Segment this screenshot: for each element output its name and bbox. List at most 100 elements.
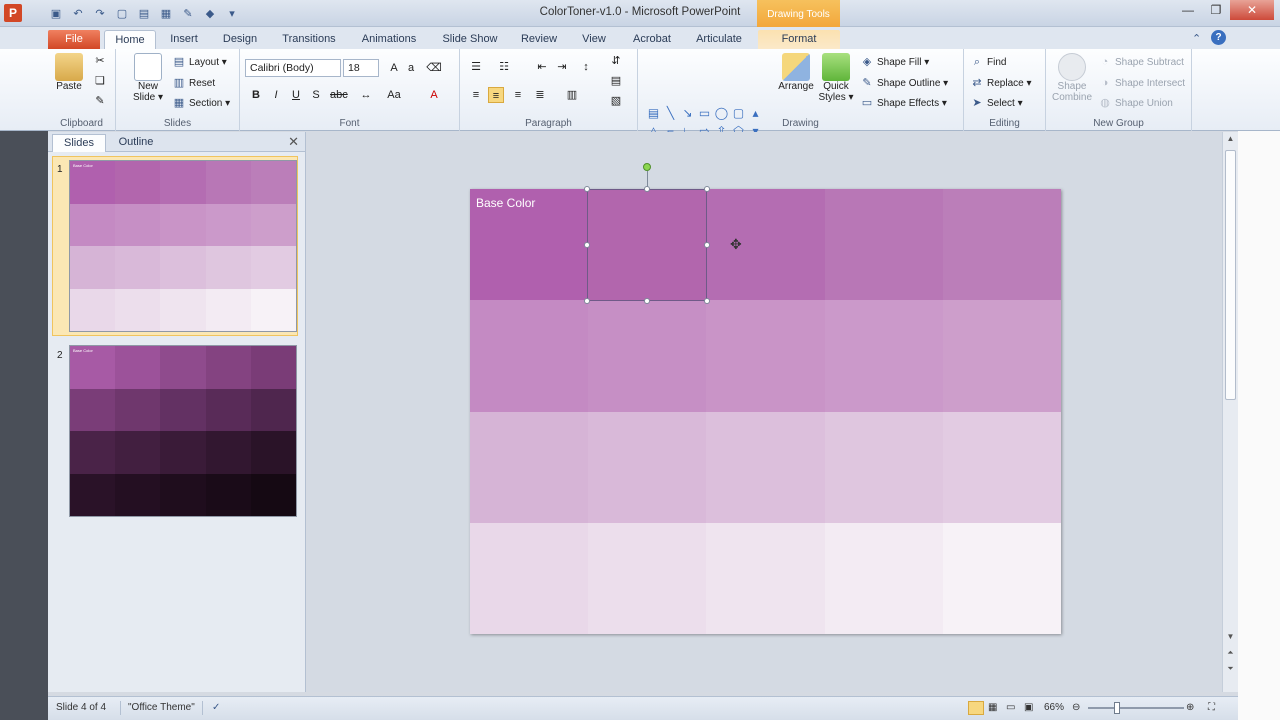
tab-slides[interactable]: Slides	[52, 134, 106, 152]
cut-icon[interactable]: ✂	[92, 53, 108, 69]
tab-slide-show[interactable]: Slide Show	[434, 30, 506, 49]
arrange-button[interactable]: Arrange	[778, 53, 814, 92]
thumbnail-swatch[interactable]	[115, 161, 161, 204]
arrow-line-shape-icon[interactable]: ↘	[679, 104, 696, 122]
thumbnail-swatch[interactable]	[70, 388, 116, 431]
tab-home[interactable]: Home	[104, 30, 156, 49]
bold-icon[interactable]: B	[248, 87, 264, 103]
shrink-font-icon[interactable]: a	[403, 60, 419, 76]
slide-sorter-icon[interactable]: ▦	[988, 702, 997, 713]
thumbnail-swatch[interactable]	[250, 473, 296, 516]
oval-shape-icon[interactable]: ◯	[713, 104, 730, 122]
resize-handle-tr[interactable]	[704, 186, 710, 192]
thumbnail-swatch[interactable]	[160, 161, 206, 204]
selected-shape-outline[interactable]	[587, 189, 707, 301]
increase-indent-icon[interactable]: ⇥	[554, 59, 570, 75]
shape-effects-button[interactable]: ▭ Shape Effects ▾	[860, 96, 947, 110]
close-button[interactable]: ✕	[1230, 0, 1274, 20]
resize-handle-b[interactable]	[644, 298, 650, 304]
thumbnail-swatch[interactable]	[250, 346, 296, 389]
color-swatch-shape[interactable]	[824, 411, 943, 523]
thumbnail-swatch[interactable]	[205, 203, 251, 246]
font-name-field[interactable]: Calibri (Body)	[245, 59, 341, 77]
thumbnail-swatch[interactable]	[160, 473, 206, 516]
zoom-in-icon[interactable]: ⊕	[1186, 702, 1194, 713]
normal-view-icon[interactable]	[968, 701, 984, 715]
tab-design[interactable]: Design	[214, 30, 266, 49]
shape-fill-button[interactable]: ◈ Shape Fill ▾	[860, 55, 930, 69]
minimize-button[interactable]: —	[1174, 0, 1202, 20]
thumbnail-swatch[interactable]	[115, 388, 161, 431]
rounded-rect-shape-icon[interactable]: ▢	[730, 104, 747, 122]
thumbnail-swatch[interactable]	[250, 246, 296, 289]
underline-icon[interactable]: U	[288, 87, 304, 103]
text-direction-icon[interactable]: ⇵	[608, 53, 624, 69]
vertical-scrollbar[interactable]: ▲ ▼ ⏶ ⏷	[1222, 132, 1238, 692]
numbering-icon[interactable]: ☷	[496, 59, 512, 75]
new-slide-button[interactable]: New Slide ▾	[126, 53, 170, 103]
color-swatch-shape[interactable]	[824, 522, 943, 634]
shape-outline-button[interactable]: ✎ Shape Outline ▾	[860, 76, 948, 90]
textbox-shape-icon[interactable]: ▤	[645, 104, 662, 122]
thumbnail-swatch[interactable]	[205, 473, 251, 516]
thumbnail-swatch[interactable]	[250, 388, 296, 431]
thumbnail-swatch[interactable]	[160, 203, 206, 246]
resize-handle-tl[interactable]	[584, 186, 590, 192]
change-case-icon[interactable]: Aa	[386, 87, 402, 103]
help-icon[interactable]: ?	[1211, 30, 1226, 45]
shape-subtract-button[interactable]: ◔ Shape Subtract	[1098, 55, 1184, 69]
copy-icon[interactable]: ❏	[92, 73, 108, 89]
thumbnail-swatch[interactable]	[205, 161, 251, 204]
find-button[interactable]: ⌕ Find	[970, 55, 1007, 69]
shadow-icon[interactable]: S	[308, 87, 324, 103]
strikethrough-icon[interactable]: abc	[330, 87, 348, 103]
color-swatch-shape[interactable]	[942, 522, 1061, 634]
color-swatch-shape[interactable]	[588, 300, 707, 412]
color-swatch-shape[interactable]	[942, 189, 1061, 301]
close-pane-icon[interactable]: ✕	[288, 134, 299, 150]
color-swatch-shape[interactable]	[706, 189, 825, 301]
slide-thumbnail-1[interactable]: Base Color	[70, 161, 296, 331]
align-center-icon[interactable]: ≡	[488, 87, 504, 103]
font-color-icon[interactable]: A	[426, 87, 442, 103]
color-swatch-shape[interactable]	[824, 300, 943, 412]
maximize-button[interactable]: ❐	[1202, 0, 1230, 20]
color-swatch-shape[interactable]	[588, 522, 707, 634]
thumbnail-swatch[interactable]	[115, 346, 161, 389]
scroll-up-icon[interactable]: ▲	[1223, 134, 1238, 143]
rectangle-shape-icon[interactable]: ▭	[696, 104, 713, 122]
thumbnail-swatch[interactable]	[70, 246, 116, 289]
tab-insert[interactable]: Insert	[160, 30, 208, 49]
color-swatch-shape[interactable]	[942, 411, 1061, 523]
slide-show-icon[interactable]: ▣	[1024, 702, 1033, 713]
color-swatch-shape[interactable]	[470, 300, 589, 412]
layout-button[interactable]: ▤ Layout ▾	[172, 55, 227, 69]
resize-handle-bl[interactable]	[584, 298, 590, 304]
scroll-down-icon[interactable]: ▼	[1223, 632, 1238, 641]
slide-thumbnail-2[interactable]: Base Color	[70, 346, 296, 516]
thumbnail-swatch[interactable]	[115, 288, 161, 331]
bullets-icon[interactable]: ☰	[468, 59, 484, 75]
character-spacing-icon[interactable]: ↔	[358, 87, 374, 103]
thumbnail-swatch[interactable]	[70, 288, 116, 331]
decrease-indent-icon[interactable]: ⇤	[534, 59, 550, 75]
color-swatch-shape[interactable]	[470, 522, 589, 634]
format-painter-icon[interactable]: ✎	[92, 93, 108, 109]
columns-icon[interactable]: ▥	[564, 87, 580, 103]
zoom-level-text[interactable]: 66%	[1044, 702, 1064, 713]
align-text-icon[interactable]: ▤	[608, 73, 624, 89]
thumbnail-swatch[interactable]	[115, 431, 161, 474]
tab-file[interactable]: File	[48, 30, 100, 49]
section-button[interactable]: ▦ Section ▾	[172, 96, 230, 110]
thumbnail-swatch[interactable]	[160, 431, 206, 474]
zoom-slider[interactable]	[1088, 707, 1184, 709]
gallery-up-icon[interactable]: ▴	[747, 104, 764, 122]
tab-acrobat[interactable]: Acrobat	[624, 30, 680, 49]
thumbnail-swatch[interactable]	[70, 431, 116, 474]
tab-view[interactable]: View	[572, 30, 616, 49]
tab-outline[interactable]: Outline	[108, 134, 164, 152]
select-button[interactable]: ➤ Select ▾	[970, 96, 1022, 110]
italic-icon[interactable]: I	[268, 87, 284, 103]
smartart-icon[interactable]: ▧	[608, 93, 624, 109]
slide-title-text[interactable]: Base Color	[476, 196, 535, 210]
